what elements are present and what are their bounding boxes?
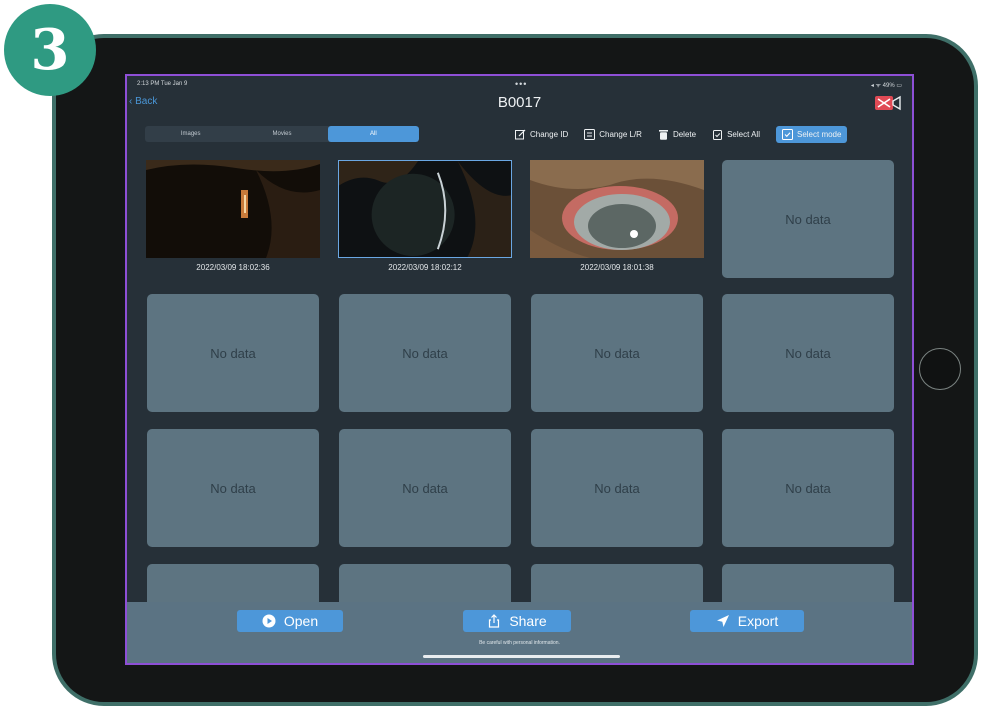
home-indicator[interactable]: [423, 655, 620, 658]
photo-thumbnail[interactable]: [338, 160, 512, 258]
photo-timestamp: 2022/03/09 18:02:36: [196, 263, 270, 272]
no-data-label: No data: [210, 345, 256, 361]
export-label: Export: [737, 613, 779, 629]
bottom-action-bar: Open Share Export Be careful with person…: [127, 602, 912, 663]
empty-slot: No data: [722, 294, 894, 412]
empty-slot: No data: [531, 294, 703, 412]
photo-thumbnail[interactable]: [530, 160, 704, 258]
photo-timestamp: 2022/03/09 18:01:38: [580, 263, 654, 272]
no-data-label: No data: [785, 345, 831, 361]
export-button[interactable]: Export: [690, 610, 804, 632]
no-data-label: No data: [402, 345, 448, 361]
eye-photo: [339, 161, 511, 257]
photo-thumbnail[interactable]: [146, 160, 320, 258]
no-data-label: No data: [402, 480, 448, 496]
photo-timestamp: 2022/03/09 18:02:12: [388, 263, 462, 272]
no-data-label: No data: [210, 480, 256, 496]
open-button[interactable]: Open: [237, 610, 343, 632]
share-label: Share: [509, 613, 547, 629]
share-icon: [489, 614, 500, 628]
send-icon: [716, 615, 729, 627]
empty-slot: No data: [147, 429, 319, 547]
open-label: Open: [283, 613, 319, 629]
empty-slot: No data: [722, 429, 894, 547]
empty-slot: No data: [147, 294, 319, 412]
play-circle-icon: [262, 614, 276, 628]
app-screen: 2:13 PM Tue Jan 9 ••• ◂ ᯤ 49% ▭ ‹ Back B…: [125, 74, 914, 665]
eye-photo: [530, 160, 704, 258]
empty-slot: No data: [531, 429, 703, 547]
no-data-label: No data: [785, 480, 831, 496]
home-button[interactable]: [919, 348, 961, 390]
empty-slot: No data: [339, 429, 511, 547]
step-badge: 3: [4, 4, 96, 96]
privacy-warning: Be careful with personal information.: [479, 640, 560, 646]
empty-slot: No data: [339, 294, 511, 412]
no-data-label: No data: [594, 480, 640, 496]
no-data-label: No data: [594, 345, 640, 361]
media-grid: 2022/03/09 18:02:36 2022/03/09 18:02:12: [127, 76, 912, 663]
empty-slot: No data: [722, 160, 894, 278]
eye-photo: [146, 160, 320, 258]
no-data-label: No data: [785, 211, 831, 227]
share-button[interactable]: Share: [463, 610, 571, 632]
